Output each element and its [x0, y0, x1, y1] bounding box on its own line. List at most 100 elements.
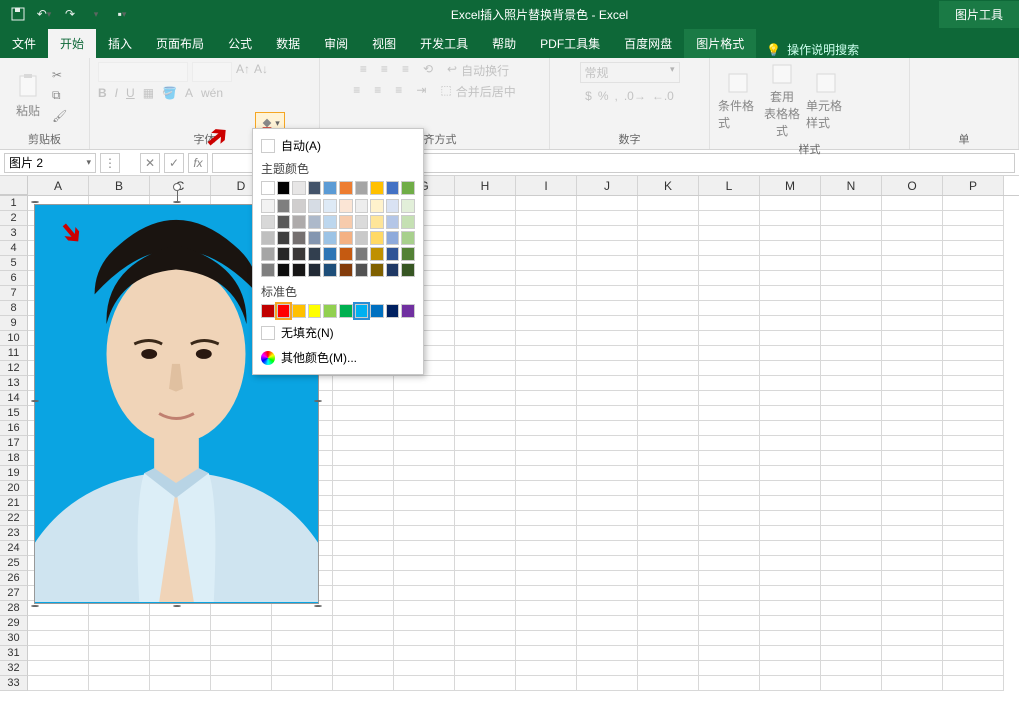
- cell[interactable]: [577, 571, 638, 586]
- cell[interactable]: [394, 406, 455, 421]
- cell[interactable]: [760, 631, 821, 646]
- col-header-H[interactable]: H: [455, 176, 516, 195]
- cell[interactable]: [699, 391, 760, 406]
- cell[interactable]: [455, 676, 516, 691]
- cell[interactable]: [699, 256, 760, 271]
- conditional-format-button[interactable]: 条件格式: [718, 71, 758, 131]
- cell[interactable]: [699, 481, 760, 496]
- cell[interactable]: [638, 616, 699, 631]
- row-header-4[interactable]: 4: [0, 241, 28, 256]
- cell[interactable]: [577, 256, 638, 271]
- row-header-11[interactable]: 11: [0, 346, 28, 361]
- row-header-7[interactable]: 7: [0, 286, 28, 301]
- cell[interactable]: [394, 541, 455, 556]
- cell[interactable]: [516, 541, 577, 556]
- cell[interactable]: [333, 526, 394, 541]
- cell[interactable]: [638, 331, 699, 346]
- cell[interactable]: [821, 421, 882, 436]
- shade-swatch[interactable]: [339, 263, 353, 277]
- cell[interactable]: [943, 481, 1004, 496]
- row-header-10[interactable]: 10: [0, 331, 28, 346]
- cell[interactable]: [943, 451, 1004, 466]
- align-right-icon[interactable]: ≡: [395, 83, 402, 100]
- cell[interactable]: [577, 361, 638, 376]
- cell[interactable]: [943, 376, 1004, 391]
- cell[interactable]: [699, 511, 760, 526]
- fx-button[interactable]: fx: [188, 153, 208, 173]
- row-header-6[interactable]: 6: [0, 271, 28, 286]
- cell[interactable]: [516, 316, 577, 331]
- cell[interactable]: [882, 241, 943, 256]
- cell[interactable]: [882, 286, 943, 301]
- theme-swatch[interactable]: [339, 181, 353, 195]
- cell[interactable]: [943, 511, 1004, 526]
- cell[interactable]: [516, 361, 577, 376]
- tell-me[interactable]: 💡 操作说明搜索: [756, 41, 869, 58]
- cell[interactable]: [760, 466, 821, 481]
- cell[interactable]: [699, 451, 760, 466]
- shade-swatch[interactable]: [339, 215, 353, 229]
- cell[interactable]: [516, 451, 577, 466]
- cell[interactable]: [150, 616, 211, 631]
- resize-handle-br[interactable]: [314, 605, 322, 607]
- cell[interactable]: [760, 256, 821, 271]
- cell[interactable]: [638, 361, 699, 376]
- cell[interactable]: [272, 616, 333, 631]
- row-header-20[interactable]: 20: [0, 481, 28, 496]
- cell[interactable]: [638, 406, 699, 421]
- shade-swatch[interactable]: [355, 263, 369, 277]
- cell[interactable]: [516, 376, 577, 391]
- percent-icon[interactable]: %: [598, 89, 609, 103]
- row-header-12[interactable]: 12: [0, 361, 28, 376]
- cell[interactable]: [394, 616, 455, 631]
- cell[interactable]: [577, 541, 638, 556]
- cell[interactable]: [882, 556, 943, 571]
- cell[interactable]: [638, 631, 699, 646]
- cell[interactable]: [882, 256, 943, 271]
- row-header-31[interactable]: 31: [0, 646, 28, 661]
- tab-home[interactable]: 开始: [48, 29, 96, 58]
- cell[interactable]: [821, 511, 882, 526]
- resize-handle-tm[interactable]: [173, 201, 181, 203]
- tab-file[interactable]: 文件: [0, 29, 48, 58]
- cell[interactable]: [943, 571, 1004, 586]
- cell[interactable]: [516, 466, 577, 481]
- cell[interactable]: [821, 541, 882, 556]
- cell[interactable]: [577, 436, 638, 451]
- tab-layout[interactable]: 页面布局: [144, 29, 216, 58]
- cell[interactable]: [699, 241, 760, 256]
- standard-swatch[interactable]: [355, 304, 369, 318]
- col-header-I[interactable]: I: [516, 176, 577, 195]
- cell[interactable]: [516, 586, 577, 601]
- cell[interactable]: [821, 211, 882, 226]
- row-header-5[interactable]: 5: [0, 256, 28, 271]
- cell[interactable]: [455, 511, 516, 526]
- cell[interactable]: [943, 496, 1004, 511]
- cell[interactable]: [760, 616, 821, 631]
- cell[interactable]: [28, 646, 89, 661]
- cell[interactable]: [516, 631, 577, 646]
- cell[interactable]: [333, 376, 394, 391]
- cell[interactable]: [943, 601, 1004, 616]
- cell[interactable]: [333, 586, 394, 601]
- cell[interactable]: [943, 316, 1004, 331]
- cell[interactable]: [333, 616, 394, 631]
- cell[interactable]: [89, 616, 150, 631]
- cell[interactable]: [821, 571, 882, 586]
- cell[interactable]: [272, 646, 333, 661]
- cell[interactable]: [455, 481, 516, 496]
- cell[interactable]: [882, 391, 943, 406]
- cell[interactable]: [516, 421, 577, 436]
- cell[interactable]: [760, 211, 821, 226]
- standard-swatch[interactable]: [261, 304, 275, 318]
- shade-swatch[interactable]: [261, 215, 275, 229]
- cell[interactable]: [821, 586, 882, 601]
- increase-font-icon[interactable]: A↑: [236, 62, 250, 82]
- enter-button[interactable]: ✓: [164, 153, 184, 173]
- cell[interactable]: [882, 196, 943, 211]
- cell[interactable]: [882, 346, 943, 361]
- cell[interactable]: [760, 496, 821, 511]
- shade-swatch[interactable]: [339, 231, 353, 245]
- cell[interactable]: [882, 226, 943, 241]
- cell[interactable]: [760, 436, 821, 451]
